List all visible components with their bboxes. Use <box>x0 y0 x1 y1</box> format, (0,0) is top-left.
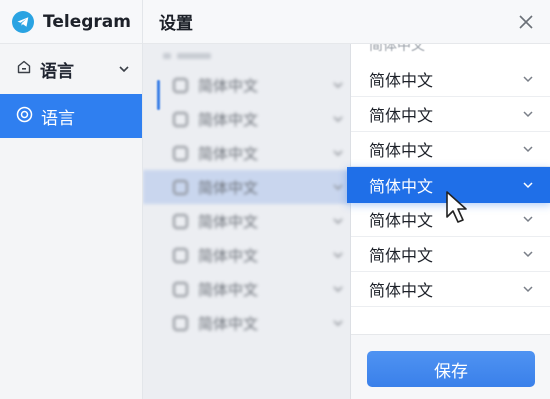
chevron-down-icon <box>521 142 535 156</box>
background-language-list: 简体中文 简体中文 简体中文 简体中文 简体中文 简体中文 简体中文 简体中文 <box>143 44 350 399</box>
background-list-item: 简体中文 <box>143 204 350 238</box>
chevron-down-icon <box>332 76 344 95</box>
mouse-cursor-icon <box>444 190 474 226</box>
chevron-down-icon <box>521 72 535 86</box>
chevron-down-icon <box>332 212 344 231</box>
language-option-label: 简体中文 <box>369 141 434 160</box>
language-option[interactable]: 简体中文 <box>351 237 550 272</box>
sidebar-item-label: 语言 <box>41 108 75 129</box>
sidebar-item-language[interactable]: 语言 <box>0 94 142 138</box>
save-button[interactable]: 保存 <box>367 351 535 387</box>
badge-check-icon <box>173 145 188 161</box>
home-icon <box>16 59 32 79</box>
bag-icon <box>173 247 188 263</box>
background-list-item: 简体中文 <box>143 170 350 204</box>
chevron-down-icon <box>521 107 535 121</box>
language-option-label: 简体中文 <box>369 71 434 90</box>
background-item-label: 简体中文 <box>198 212 259 231</box>
chevron-down-icon <box>521 282 535 296</box>
background-item-label: 简体中文 <box>198 178 259 197</box>
chevron-down-icon <box>521 178 535 192</box>
dropdown-footer: 保存 <box>351 334 550 399</box>
language-option-label: 简体中文 <box>369 246 434 265</box>
bag-icon <box>173 111 188 127</box>
clipped-option: 简体中文 <box>369 44 425 54</box>
background-list-item: 简体中文 <box>143 102 350 136</box>
app-brand: Telegram <box>0 0 142 44</box>
chevron-down-icon <box>521 212 535 226</box>
radio-target-icon <box>16 106 33 127</box>
background-list-item: 简体中文 <box>143 238 350 272</box>
background-item-label: 简体中文 <box>198 144 259 163</box>
chevron-down-icon <box>332 110 344 129</box>
chevron-down-icon <box>332 144 344 163</box>
background-item-label: 简体中文 <box>198 280 259 299</box>
background-item-label: 简体中文 <box>198 246 259 265</box>
background-item-label: 简体中文 <box>198 314 259 333</box>
telegram-logo-icon <box>12 10 34 33</box>
home-icon <box>173 77 188 93</box>
sidebar-group-label: 语言 <box>40 61 74 82</box>
background-list-item: 简体中文 <box>143 68 350 102</box>
language-option[interactable]: 简体中文 <box>351 272 550 307</box>
language-option[interactable]: 简体中文 <box>351 97 550 132</box>
sidebar-group-language[interactable]: 语言 <box>0 44 142 94</box>
page-title: 设置 <box>159 14 193 34</box>
sidebar: Telegram 语言 语言 <box>0 0 143 399</box>
medal-icon <box>173 315 188 331</box>
close-icon[interactable] <box>514 10 538 34</box>
background-item-label: 简体中文 <box>198 110 259 129</box>
chevron-down-icon <box>332 178 344 197</box>
background-list-item: 简体中文 <box>143 272 350 306</box>
header: 设置 <box>143 0 550 44</box>
language-option-label: 简体中文 <box>369 106 434 125</box>
app-name: Telegram <box>43 11 131 32</box>
chevron-down-icon <box>521 247 535 261</box>
background-item-label: 简体中文 <box>198 76 259 95</box>
language-option[interactable]: 简体中文 <box>351 132 550 167</box>
language-option-label: 简体中文 <box>369 281 434 300</box>
chevron-down-icon <box>332 280 344 299</box>
chevron-down-icon <box>332 246 344 265</box>
background-list-item: 简体中文 <box>143 306 350 340</box>
chevron-down-icon[interactable] <box>118 60 130 79</box>
chevron-down-icon <box>332 314 344 333</box>
background-list-item: 简体中文 <box>143 136 350 170</box>
home-icon <box>173 213 188 229</box>
home-icon <box>173 281 188 297</box>
bag-icon <box>173 179 188 195</box>
language-option[interactable]: 简体中文 <box>351 62 550 97</box>
